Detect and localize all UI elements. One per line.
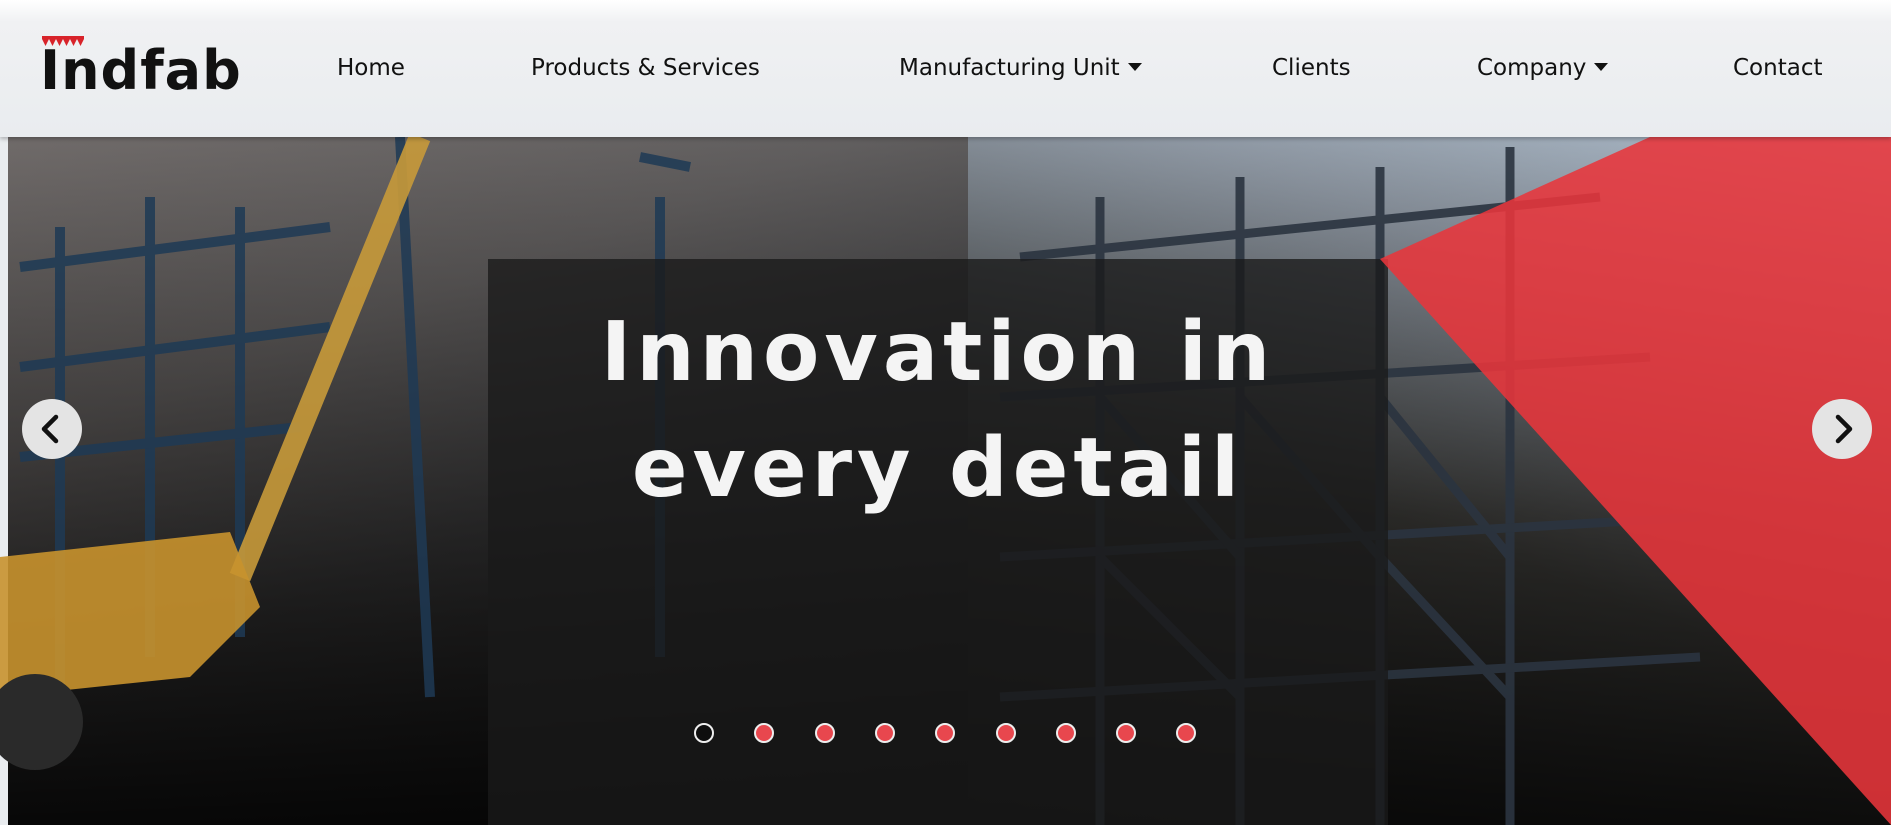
site-header: Indfab Home Products & Services Manufact… — [0, 0, 1891, 137]
nav-item-label: Company — [1477, 55, 1587, 81]
chevron-right-icon — [1835, 414, 1853, 444]
slide-dot-9[interactable] — [1176, 723, 1197, 743]
next-slide-button[interactable] — [1812, 399, 1872, 459]
slide-dot-1[interactable] — [694, 723, 714, 743]
main-nav: Home Products & Services Manufacturing U… — [0, 52, 1891, 84]
slide-dot-4[interactable] — [874, 723, 895, 743]
hero-slider: Innovation in every detail — [0, 137, 1891, 825]
hero-caption: Innovation in every detail — [468, 295, 1408, 527]
nav-item-company[interactable]: Company — [1477, 52, 1609, 84]
slide-dot-7[interactable] — [1055, 723, 1076, 743]
nav-item-contact[interactable]: Contact — [1733, 52, 1822, 84]
slide-dot-3[interactable] — [814, 723, 835, 743]
slide-dot-6[interactable] — [995, 723, 1016, 743]
nav-item-label: Products & Services — [531, 55, 760, 81]
nav-item-label: Manufacturing Unit — [899, 55, 1120, 81]
prev-slide-button[interactable] — [22, 399, 82, 459]
caret-down-icon — [1594, 62, 1609, 71]
hero-caption-line-1: Innovation in — [600, 305, 1276, 400]
caret-down-icon — [1127, 62, 1142, 71]
nav-item-manufacturing-unit[interactable]: Manufacturing Unit — [899, 52, 1142, 84]
nav-item-label: Clients — [1272, 55, 1351, 81]
nav-item-label: Home — [337, 55, 405, 81]
slide-indicators — [690, 723, 1210, 749]
slide-dot-2[interactable] — [754, 723, 775, 743]
slide-dot-8[interactable] — [1116, 723, 1137, 743]
slide-dot-5[interactable] — [935, 723, 956, 743]
chevron-left-icon — [41, 414, 59, 444]
nav-item-products-services[interactable]: Products & Services — [531, 52, 760, 84]
nav-item-label: Contact — [1733, 55, 1823, 81]
nav-item-home[interactable]: Home — [337, 52, 405, 84]
page: Indfab Home Products & Services Manufact… — [0, 0, 1891, 825]
hero-caption-line-2: every detail — [631, 421, 1245, 516]
nav-item-clients[interactable]: Clients — [1272, 52, 1351, 84]
